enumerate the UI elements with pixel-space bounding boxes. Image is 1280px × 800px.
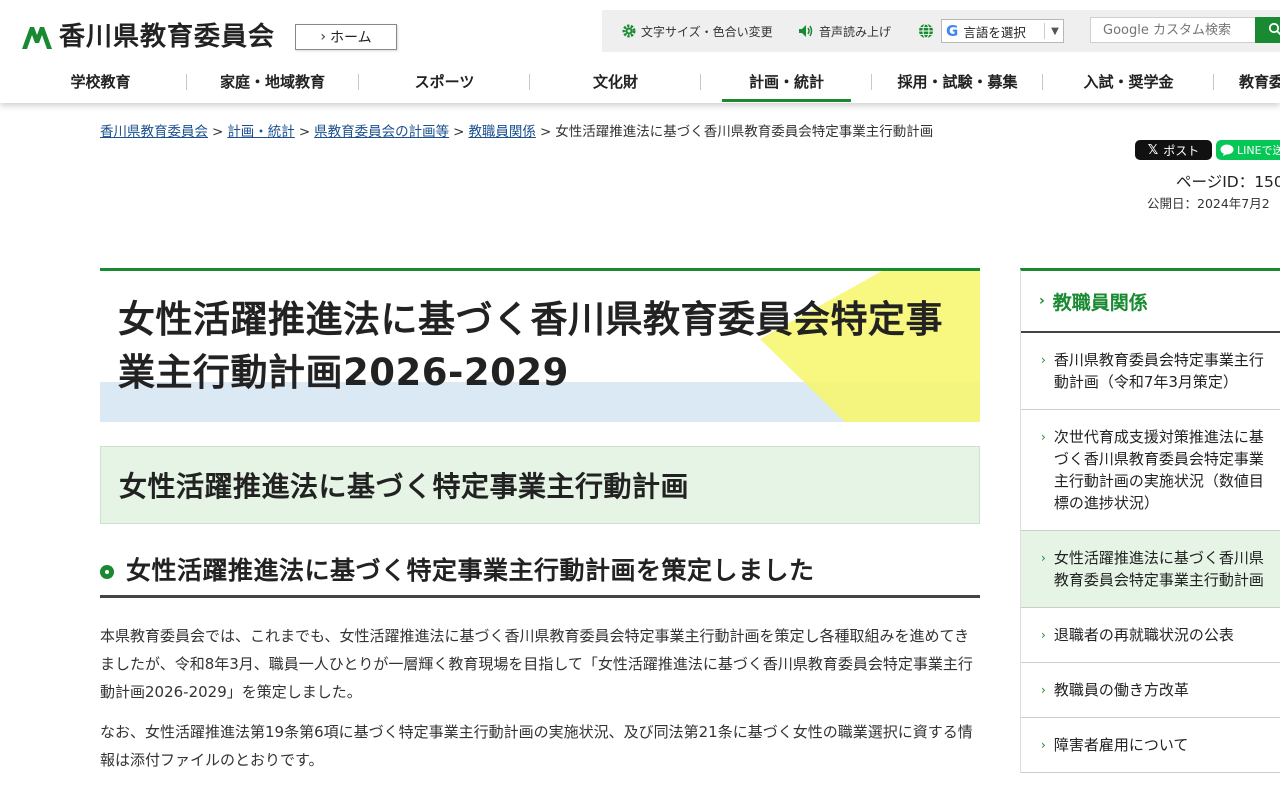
side-nav-item-label: 香川県教育委員会特定事業主行動計画（令和7年3月策定） <box>1053 351 1264 391</box>
breadcrumb-current: 女性活躍推進法に基づく香川県教育委員会特定事業主行動計画 <box>555 124 934 140</box>
chevron-right-icon: › <box>1041 430 1046 444</box>
breadcrumb-link[interactable]: 計画・統計 <box>227 124 295 140</box>
page-title-box: 女性活躍推進法に基づく香川県教育委員会特定事業主行動計画2026-2029 <box>100 268 980 422</box>
breadcrumb-separator: > <box>539 124 552 140</box>
side-nav-item-label: 次世代育成支援対策推進法に基づく香川県教育委員会特定事業主行動計画の実施状況（数… <box>1053 428 1264 512</box>
side-nav-heading[interactable]: › 教職員関係 <box>1021 271 1280 333</box>
breadcrumb-link[interactable]: 県教育委員会の計画等 <box>314 124 449 140</box>
subsection-heading: 女性活躍推進法に基づく特定事業主行動計画を策定しました <box>126 556 815 585</box>
nav-item-school-education[interactable]: 学校教育 <box>15 60 186 103</box>
nav-separator <box>700 74 701 90</box>
language-select-label: 言語を選択 <box>963 24 1026 40</box>
side-nav-item[interactable]: › 退職者の再就職状況の公表 <box>1021 608 1280 663</box>
voice-label: 音声読み上げ <box>819 24 892 39</box>
body-paragraph: 本県教育委員会では、これまでも、女性活躍推進法に基づく香川県教育委員会特定事業主… <box>100 627 973 701</box>
dropdown-arrow-icon: ▼ <box>1051 25 1059 37</box>
share-line-label: LINEで送る <box>1237 144 1280 157</box>
side-nav-item-current[interactable]: › 女性活躍推進法に基づく香川県教育委員会特定事業主行動計画 <box>1021 531 1280 608</box>
side-nav-item-label: 障害者雇用について <box>1053 736 1189 754</box>
chevron-right-icon: › <box>1041 683 1046 697</box>
nav-item-cultural-properties[interactable]: 文化財 <box>530 60 701 103</box>
voice-reading-link[interactable]: 音声読み上げ <box>798 10 891 52</box>
breadcrumb-separator: > <box>212 124 224 140</box>
gear-icon <box>622 24 636 38</box>
side-nav-item[interactable]: › 教職員の働き方改革 <box>1021 663 1280 718</box>
language-select[interactable]: G 言語を選択 ▼ <box>941 19 1064 43</box>
side-nav-item[interactable]: › 次世代育成支援対策推進法に基づく香川県教育委員会特定事業主行動計画の実施状況… <box>1021 410 1280 531</box>
select-divider <box>1044 23 1045 39</box>
globe-icon <box>919 23 933 39</box>
chevron-right-icon: › <box>1041 738 1046 752</box>
breadcrumb-separator: > <box>453 124 465 140</box>
breadcrumb-link[interactable]: 香川県教育委員会 <box>100 124 208 140</box>
x-logo-icon: 𝕏 <box>1147 142 1159 158</box>
breadcrumb: 香川県教育委員会 > 計画・統計 > 県教育委員会の計画等 > 教職員関係 > 女性活躍推進法に… <box>100 120 933 140</box>
chevron-right-icon: › <box>1041 551 1046 565</box>
globe-icon-wrap <box>918 10 939 52</box>
nav-item-board-members[interactable]: 教育委員 <box>1204 60 1280 103</box>
subsection-heading-row: 女性活躍推進法に基づく特定事業主行動計画を策定しました <box>100 554 980 598</box>
home-label: ホーム <box>330 30 372 46</box>
nav-item-recruitment[interactable]: 採用・試験・募集 <box>872 60 1043 103</box>
nav-item-family-community[interactable]: 家庭・地域教育 <box>187 60 358 103</box>
side-nav-item[interactable]: › 香川県教育委員会特定事業主行動計画（令和7年3月策定） <box>1021 333 1280 410</box>
page-title: 女性活躍推進法に基づく香川県教育委員会特定事業主行動計画2026-2029 <box>118 298 943 394</box>
page-id: ページID：150 <box>1176 173 1280 191</box>
body-paragraph: なお、女性活躍推進法第19条第6項に基づく特定事業主行動計画の実施状況、及び同法… <box>100 723 973 769</box>
font-color-label: 文字サイズ・色合い変更 <box>641 24 773 39</box>
side-nav-item-label: 女性活躍推進法に基づく香川県教育委員会特定事業主行動計画 <box>1053 549 1264 589</box>
share-line-button[interactable]: LINEで送る <box>1216 140 1280 160</box>
home-button[interactable]: › ホーム <box>295 24 397 50</box>
site-name: 香川県教育委員会 <box>59 22 276 52</box>
side-nav-heading-label: 教職員関係 <box>1052 291 1148 314</box>
chevron-right-icon: › <box>1041 353 1046 367</box>
section-heading-box: 女性活躍推進法に基づく特定事業主行動計画 <box>100 446 980 524</box>
site-logo[interactable]: 香川県教育委員会 <box>20 22 275 52</box>
utility-toolbar: 文字サイズ・色合い変更 音声読み上げ G 言語を選択 ▼ <box>602 10 1280 52</box>
chevron-right-icon: › <box>320 29 326 45</box>
search-input[interactable] <box>1090 17 1256 43</box>
share-x-label: ポスト <box>1163 143 1200 158</box>
google-g-icon: G <box>946 22 959 40</box>
chevron-right-icon: › <box>1041 628 1046 642</box>
side-nav-item[interactable]: › 障害者雇用について <box>1021 718 1280 773</box>
site-header: 香川県教育委員会 › ホーム 文字サイズ・色合い変更 音声読み上げ G 言語を選… <box>0 0 1280 103</box>
main-content: 女性活躍推進法に基づく香川県教育委員会特定事業主行動計画2026-2029 女性… <box>100 268 980 774</box>
breadcrumb-separator: > <box>298 124 311 140</box>
search-icon <box>1268 22 1280 35</box>
side-nav: › 教職員関係 › 香川県教育委員会特定事業主行動計画（令和7年3月策定） › … <box>1020 268 1280 773</box>
kagawa-logo-icon <box>22 27 52 49</box>
bullet-circle-icon <box>100 565 114 579</box>
side-nav-item-label: 退職者の再就職状況の公表 <box>1053 626 1234 644</box>
nav-item-sports[interactable]: スポーツ <box>359 60 530 103</box>
share-x-button[interactable]: 𝕏 ポスト <box>1135 140 1212 160</box>
publish-date: 公開日：2024年7月2 <box>1147 196 1270 211</box>
speaker-icon <box>799 25 813 37</box>
nav-item-entrance-scholarship[interactable]: 入試・奨学金 <box>1043 60 1214 103</box>
nav-item-plans-statistics[interactable]: 計画・統計 <box>722 60 851 103</box>
side-nav-item-label: 教職員の働き方改革 <box>1053 681 1189 699</box>
global-nav: 学校教育 家庭・地域教育 スポーツ 文化財 計画・統計 採用・試験・募集 入試・… <box>0 60 1280 103</box>
font-color-settings-link[interactable]: 文字サイズ・色合い変更 <box>622 10 773 52</box>
line-logo-icon <box>1220 144 1234 156</box>
chevron-right-icon: › <box>1039 293 1045 309</box>
search-button[interactable] <box>1255 17 1280 43</box>
section-heading: 女性活躍推進法に基づく特定事業主行動計画 <box>119 470 690 503</box>
breadcrumb-link[interactable]: 教職員関係 <box>468 124 536 140</box>
